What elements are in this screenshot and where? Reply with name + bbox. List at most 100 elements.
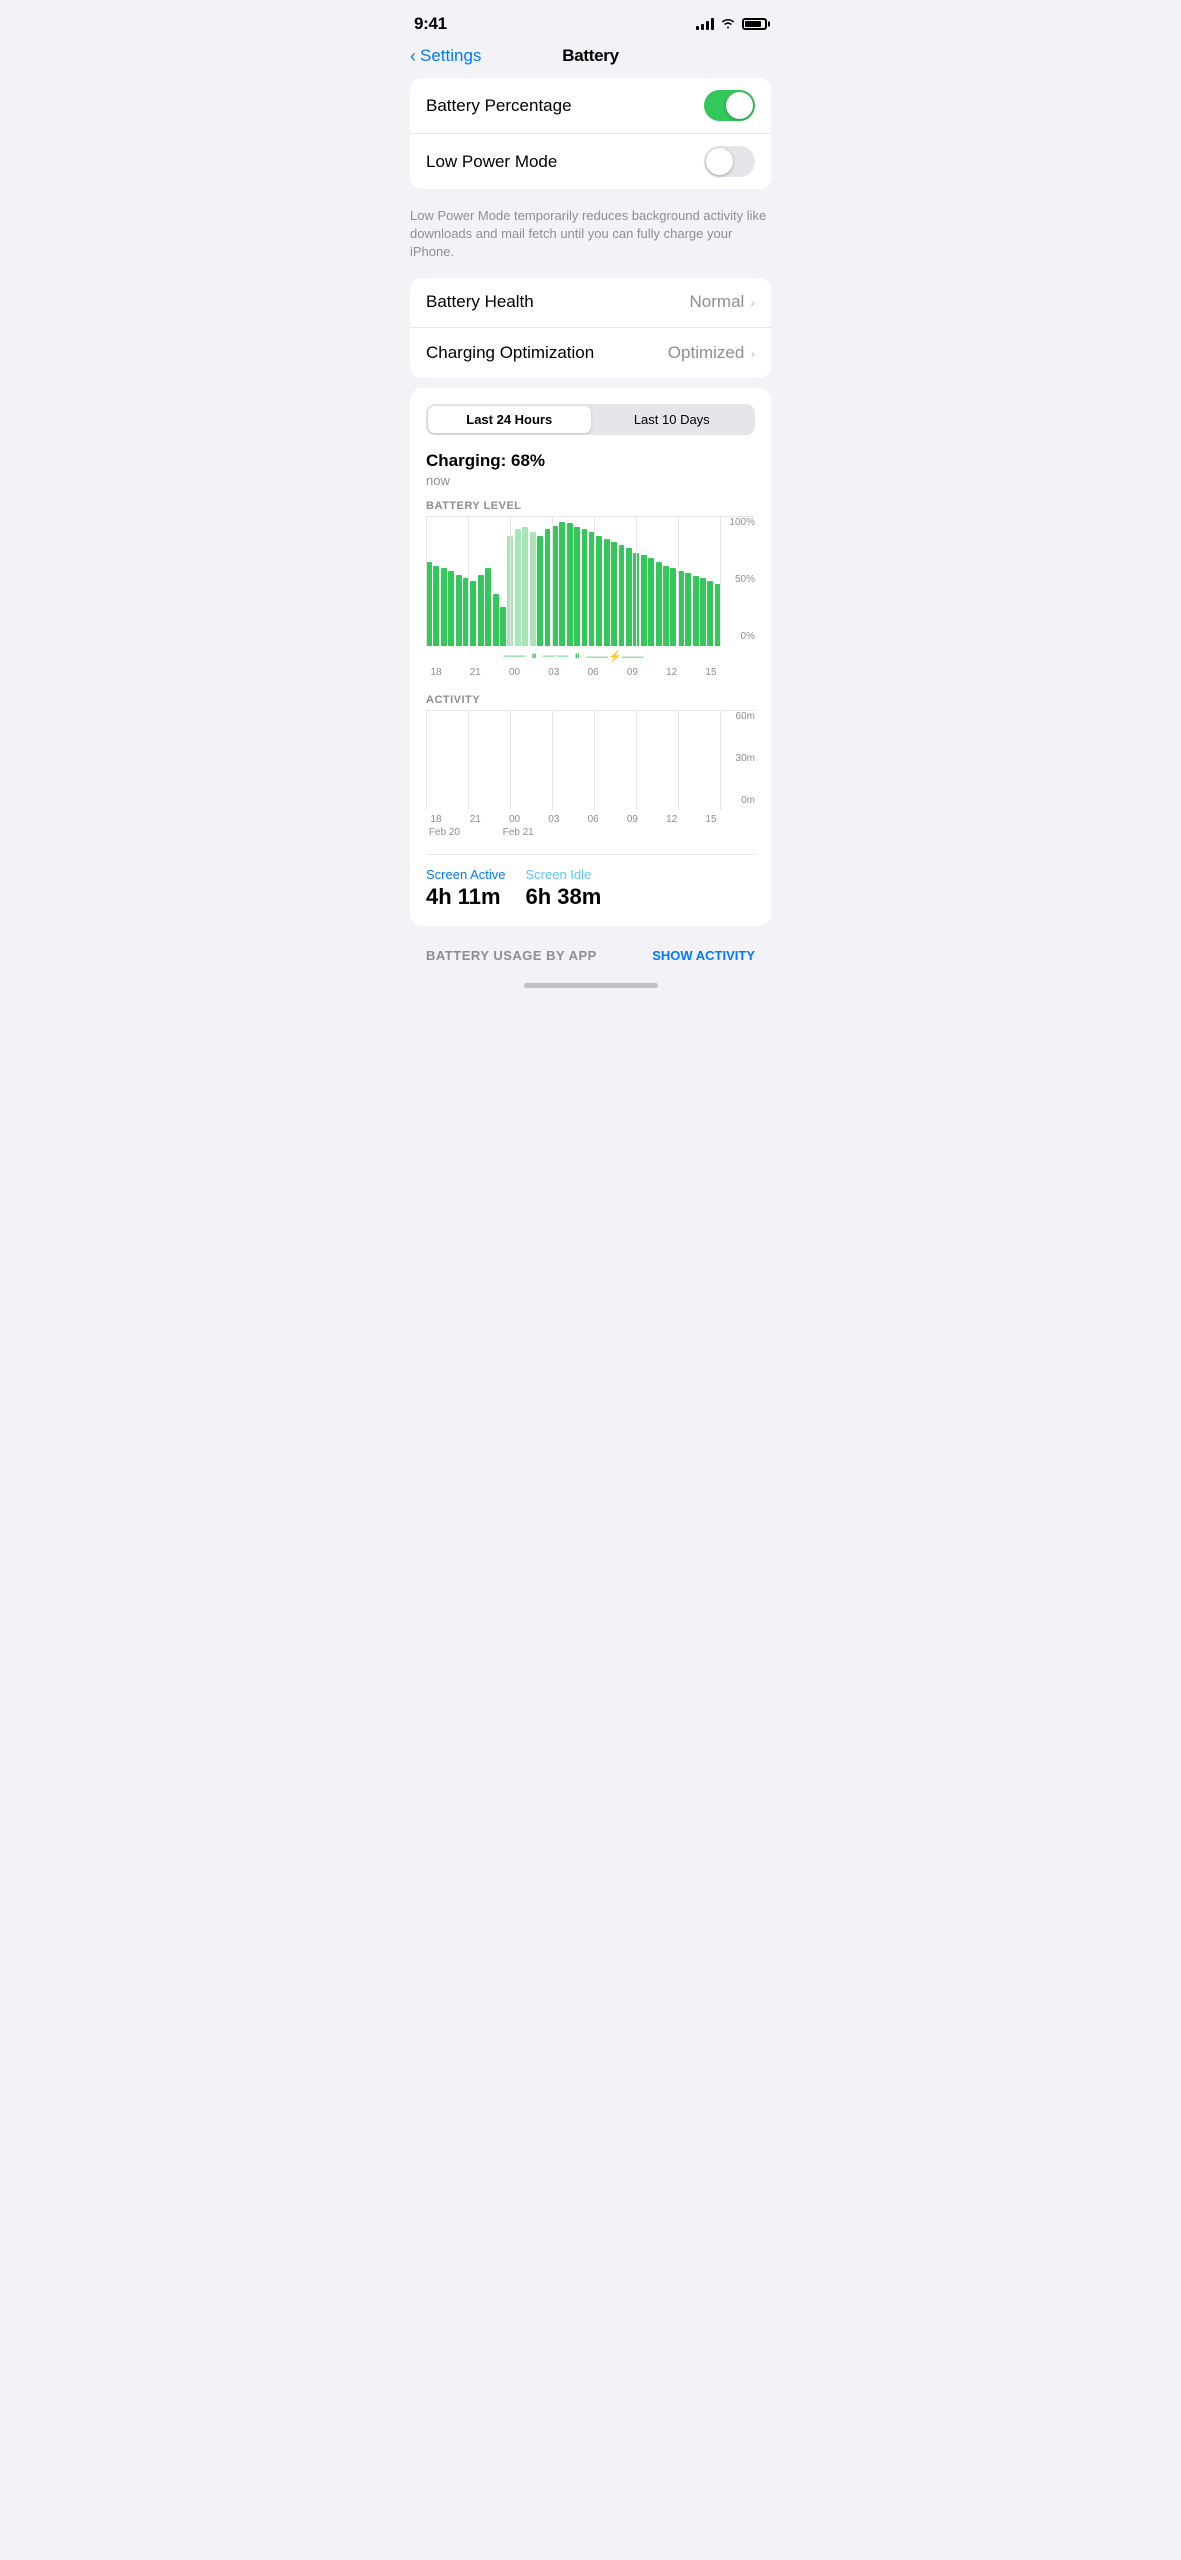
tab-last-24-hours[interactable]: Last 24 Hours [428, 406, 591, 433]
divider [426, 854, 755, 855]
date-feb20: Feb 20 [426, 827, 463, 838]
battery-status-icon [742, 18, 767, 30]
low-power-mode-row[interactable]: Low Power Mode [410, 134, 771, 189]
status-time: 9:41 [414, 14, 447, 34]
battery-x-labels: 18 21 00 03 06 09 12 15 [426, 667, 721, 678]
charging-symbol-2: —·— [543, 650, 569, 662]
battery-health-label: Battery Health [426, 292, 534, 312]
show-activity-button[interactable]: SHOW ACTIVITY [652, 948, 755, 963]
status-icons [696, 17, 767, 32]
activity-chart: ACTIVITY 60m 30m 0m 18 21 00 0 [426, 694, 755, 838]
battery-usage-label: BATTERY USAGE BY APP [426, 948, 597, 963]
nav-bar: ‹ Settings Battery [394, 42, 787, 78]
settings-card-2: Battery Health Normal › Charging Optimiz… [410, 278, 771, 378]
activity-x-labels: 18 21 00 03 06 09 12 15 [426, 814, 721, 825]
screen-active-label: Screen Active [426, 867, 506, 882]
x-label-15: 15 [701, 667, 721, 678]
ax-label-03: 03 [544, 814, 564, 825]
date-empty-3 [574, 827, 611, 838]
toggle-knob [726, 92, 753, 119]
x-label-09: 09 [622, 667, 642, 678]
page-title: Battery [562, 46, 618, 66]
charging-optimization-label: Charging Optimization [426, 343, 594, 363]
charging-symbol-1: —— [503, 650, 525, 662]
x-label-21: 21 [465, 667, 485, 678]
date-labels: Feb 20 Feb 21 [426, 827, 721, 838]
battery-health-status: Normal [690, 292, 745, 312]
activity-y-labels: 60m 30m 0m [736, 711, 755, 810]
toggle-knob-lpm [706, 148, 733, 175]
back-button[interactable]: ‹ Settings [410, 46, 481, 67]
ax-label-00: 00 [505, 814, 525, 825]
charging-optimization-chevron: › [750, 345, 755, 361]
battery-health-row[interactable]: Battery Health Normal › [410, 278, 771, 328]
low-power-mode-label: Low Power Mode [426, 152, 557, 172]
battery-percentage-row[interactable]: Battery Percentage [410, 78, 771, 134]
x-label-03: 03 [544, 667, 564, 678]
ay-label-0m: 0m [741, 795, 755, 806]
battery-percentage-toggle[interactable] [704, 90, 755, 121]
charging-optimization-status: Optimized [668, 343, 745, 363]
ay-label-60m: 60m [736, 711, 755, 722]
date-feb21: Feb 21 [500, 827, 537, 838]
activity-chart-container: 60m 30m 0m [426, 710, 755, 810]
y-label-100: 100% [729, 517, 755, 528]
battery-chart-container: 100% 50% 0% [426, 516, 755, 646]
charging-time: now [426, 473, 755, 488]
time-range-selector[interactable]: Last 24 Hours Last 10 Days [426, 404, 755, 435]
charging-optimization-value: Optimized › [668, 343, 755, 363]
ay-label-30m: 30m [736, 753, 755, 764]
date-empty-4 [610, 827, 647, 838]
date-empty-6 [684, 827, 721, 838]
ax-label-18: 18 [426, 814, 446, 825]
charging-symbol-3: ——⚡—— [586, 650, 644, 663]
y-label-0: 0% [741, 631, 755, 642]
screen-idle-label: Screen Idle [526, 867, 602, 882]
battery-health-value: Normal › [690, 292, 755, 312]
x-label-18: 18 [426, 667, 446, 678]
screen-active-value: 4h 11m [426, 884, 506, 910]
status-bar: 9:41 [394, 0, 787, 42]
activity-bars [426, 711, 721, 811]
activity-label: ACTIVITY [426, 694, 755, 706]
pause-icon: ⏸ [531, 650, 537, 663]
signal-icon [696, 18, 714, 30]
home-indicator [524, 983, 658, 988]
ax-label-09: 09 [622, 814, 642, 825]
date-empty-5 [647, 827, 684, 838]
x-label-00: 00 [505, 667, 525, 678]
battery-usage-section: BATTERY USAGE BY APP SHOW ACTIVITY [410, 936, 771, 975]
settings-card-1: Battery Percentage Low Power Mode [410, 78, 771, 189]
low-power-mode-toggle[interactable] [704, 146, 755, 177]
charging-info: Charging: 68% now [426, 451, 755, 488]
stats-row: Screen Active 4h 11m Screen Idle 6h 38m [426, 867, 755, 910]
ax-label-15: 15 [701, 814, 721, 825]
battery-y-labels: 100% 50% 0% [729, 517, 755, 646]
screen-idle-stat: Screen Idle 6h 38m [526, 867, 602, 910]
date-empty-2 [537, 827, 574, 838]
tab-last-10-days[interactable]: Last 10 Days [591, 406, 754, 433]
battery-percentage-label: Battery Percentage [426, 96, 572, 116]
x-label-06: 06 [583, 667, 603, 678]
battery-level-chart: BATTERY LEVEL 100% 50% 0% —— ⏸ [426, 500, 755, 678]
low-power-help-text: Low Power Mode temporarily reduces backg… [394, 199, 787, 278]
x-label-12: 12 [662, 667, 682, 678]
ax-label-06: 06 [583, 814, 603, 825]
chart-card: Last 24 Hours Last 10 Days Charging: 68%… [410, 388, 771, 926]
pause-icon-2: ⏸ [574, 650, 580, 663]
wifi-icon [720, 17, 736, 32]
back-chevron-icon: ‹ [410, 46, 416, 67]
charging-optimization-row[interactable]: Charging Optimization Optimized › [410, 328, 771, 378]
screen-active-stat: Screen Active 4h 11m [426, 867, 506, 910]
ax-label-21: 21 [465, 814, 485, 825]
battery-level-label: BATTERY LEVEL [426, 500, 755, 512]
charging-title: Charging: 68% [426, 451, 755, 471]
screen-idle-value: 6h 38m [526, 884, 602, 910]
charging-indicators: —— ⏸ —·— ⏸ ——⚡—— [426, 650, 721, 663]
ax-label-12: 12 [662, 814, 682, 825]
date-empty-1 [463, 827, 500, 838]
battery-bars [426, 517, 721, 646]
y-label-50: 50% [735, 574, 755, 585]
back-label: Settings [420, 46, 481, 66]
battery-health-chevron: › [750, 294, 755, 310]
